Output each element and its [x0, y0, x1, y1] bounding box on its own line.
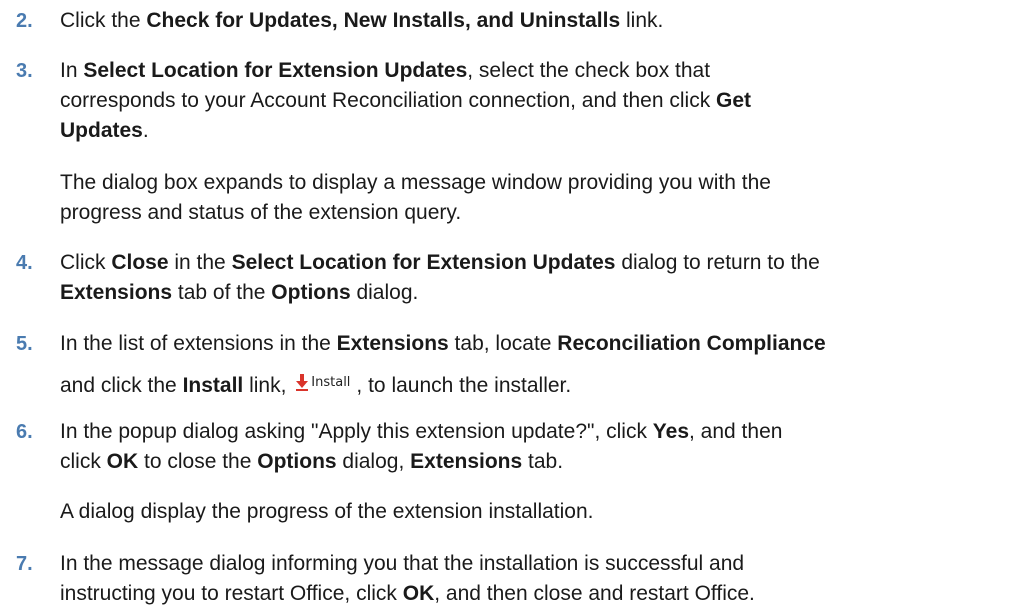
tab-name: Extensions — [60, 281, 173, 304]
button-name: Updates — [60, 119, 143, 142]
download-arrow-icon — [296, 374, 309, 392]
step-number: 4. — [16, 252, 33, 274]
step-number: 3. — [16, 60, 33, 82]
tab-name: Extensions — [410, 450, 523, 473]
document-page: 2. Click the Check for Updates, New Inst… — [0, 0, 1033, 609]
button-name: OK — [402, 582, 435, 605]
tab-name: Extensions — [336, 332, 449, 355]
dialog-name: Options — [257, 450, 337, 473]
step-number: 7. — [16, 553, 33, 575]
dialog-name: Select Location for Extension Updates — [83, 59, 468, 82]
result-paragraph: A dialog display the progress of the ext… — [60, 500, 594, 523]
step-text: In the list of extensions in the Extensi… — [60, 329, 1025, 407]
step-number: 5. — [16, 333, 33, 355]
step-text: Click the Check for Updates, New Install… — [60, 9, 664, 32]
install-icon-label: Install — [311, 375, 351, 391]
step-text: In the popup dialog asking "Apply this e… — [60, 420, 783, 473]
result-paragraph: The dialog box expands to display a mess… — [60, 171, 771, 224]
button-name: OK — [106, 450, 139, 473]
link-name: Check for Updates, New Installs, and Uni… — [146, 9, 621, 32]
dialog-name: Options — [271, 281, 351, 304]
button-name: Get — [716, 89, 752, 112]
step-number: 6. — [16, 421, 33, 443]
step-2: 2. Click the Check for Updates, New Inst… — [0, 6, 1033, 36]
step-text: In Select Location for Extension Updates… — [60, 59, 752, 142]
step-text: Click Close in the Select Location for E… — [60, 251, 820, 304]
step-4: 4. Click Close in the Select Location fo… — [0, 248, 1033, 308]
step-5: 5. In the list of extensions in the Exte… — [0, 329, 1033, 401]
link-name: Install — [182, 374, 244, 397]
step-7: 7. In the message dialog informing you t… — [0, 549, 1033, 609]
step-3: 3. In Select Location for Extension Upda… — [0, 56, 1033, 148]
button-name: Yes — [652, 420, 690, 443]
step-6: 6. In the popup dialog asking "Apply thi… — [0, 417, 1033, 477]
dialog-name: Select Location for Extension Updates — [231, 251, 616, 274]
install-arrow-icon: Install — [296, 372, 350, 394]
button-name: Close — [111, 251, 169, 274]
step-number: 2. — [16, 10, 33, 32]
extension-name: Reconciliation Compliance — [557, 332, 826, 355]
step-text: In the message dialog informing you that… — [60, 552, 755, 605]
